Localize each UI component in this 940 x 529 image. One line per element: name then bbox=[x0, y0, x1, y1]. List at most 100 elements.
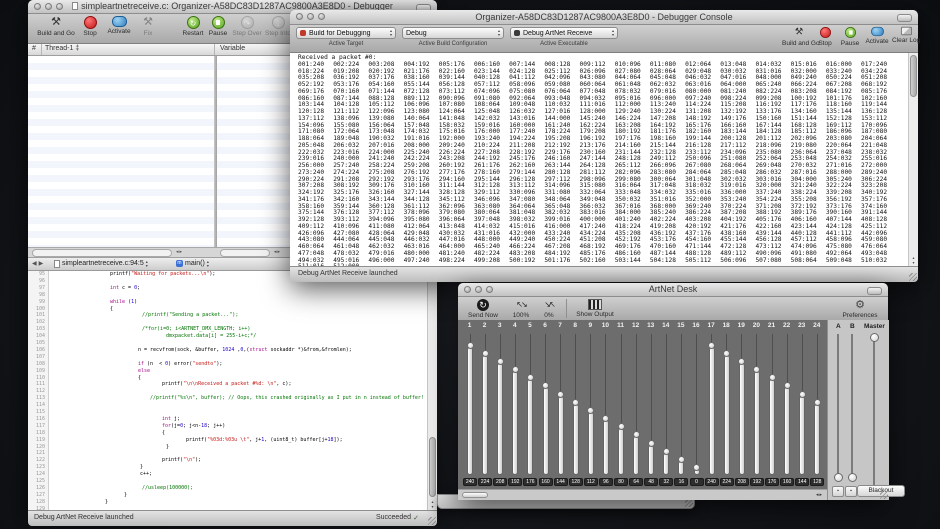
thread-column-header[interactable]: Thread-1 ‡ bbox=[45, 45, 79, 52]
channel-fader-knob[interactable] bbox=[467, 342, 474, 349]
send-now-button[interactable]: ↻ Send Now bbox=[464, 299, 502, 319]
submaster-b-button[interactable]: ▪ bbox=[845, 486, 857, 497]
console-log-area[interactable]: Received a packet #0: 001:240002:224003:… bbox=[290, 53, 918, 266]
channel-fader-knob[interactable] bbox=[663, 448, 670, 455]
channel-fader-knob[interactable] bbox=[693, 464, 700, 471]
active-target-popup[interactable]: Build for Debugging▴▾ bbox=[296, 27, 396, 39]
resize-grip[interactable] bbox=[685, 499, 693, 507]
channel-fader-knob[interactable] bbox=[497, 358, 504, 365]
code-token: c = bbox=[119, 285, 134, 291]
scroll-arrows[interactable]: ◂▸ bbox=[816, 492, 823, 498]
channel-number: 2 bbox=[478, 322, 492, 329]
dmx-channel-value: 510:032 bbox=[861, 258, 896, 265]
console-vscrollbar[interactable]: ▴▾ bbox=[908, 53, 918, 266]
code-token: ) bbox=[134, 299, 137, 305]
step-into-icon: ↓ bbox=[272, 16, 285, 29]
channel-fader-knob[interactable] bbox=[648, 440, 655, 447]
channel-number: 20 bbox=[749, 322, 763, 329]
toolbar-toggle-button[interactable] bbox=[867, 287, 882, 295]
channel-fader-knob[interactable] bbox=[708, 342, 715, 349]
variable-column-header[interactable]: Variable bbox=[220, 45, 245, 52]
stop-button[interactable]: Stop bbox=[814, 26, 836, 47]
channel-fader-knob[interactable] bbox=[753, 366, 760, 373]
channel-fader-knob[interactable] bbox=[542, 382, 549, 389]
scroll-arrows[interactable]: ◂▸ bbox=[176, 249, 183, 255]
console-vscroll-thumb[interactable] bbox=[910, 55, 917, 97]
variable-hscrollbar[interactable] bbox=[220, 249, 270, 257]
channel-fader-knob[interactable] bbox=[482, 350, 489, 357]
channel-fader-knob[interactable] bbox=[738, 358, 745, 365]
channel-fader-knob[interactable] bbox=[618, 423, 625, 430]
build-and-go-button[interactable]: ⚒Build and Go bbox=[782, 26, 816, 47]
channel-number: 15 bbox=[674, 322, 688, 329]
scroll-arrows[interactable]: ◂▸ bbox=[274, 249, 281, 255]
thread-hscrollbar[interactable] bbox=[32, 249, 172, 257]
restart-button[interactable]: ↻Restart bbox=[180, 16, 206, 37]
channel-fader-knob[interactable] bbox=[587, 407, 594, 414]
channel-fader-knob[interactable] bbox=[633, 431, 640, 438]
line-number: 119 bbox=[29, 437, 45, 443]
code-editor[interactable]: 9596979899100101102103104105106107108109… bbox=[28, 271, 437, 510]
channel-value-box: 16 bbox=[674, 478, 688, 486]
gear-icon: ⚙ bbox=[838, 299, 882, 311]
active-executable-popup[interactable]: Debug ArtNet Receive▴▾ bbox=[510, 27, 618, 39]
editor-vscroll-thumb[interactable] bbox=[429, 437, 436, 497]
line-number: 125 bbox=[29, 478, 45, 484]
pause-button[interactable]: Pause bbox=[206, 16, 230, 37]
console-titlebar[interactable]: Organizer-A58DC83D1287AC9800A3E8D0 - Deb… bbox=[290, 10, 918, 25]
show-output-button[interactable]: Show Output bbox=[574, 299, 616, 318]
artnet-titlebar[interactable]: ArtNet Desk bbox=[458, 283, 888, 297]
submaster-a-button[interactable]: ▪ bbox=[832, 486, 844, 497]
stop-button[interactable]: Stop bbox=[78, 16, 102, 37]
thread-num-column-header[interactable]: # bbox=[32, 45, 36, 52]
activate-button[interactable]: Activate bbox=[864, 26, 890, 45]
channel-fader-knob[interactable] bbox=[769, 374, 776, 381]
channel-fader-knob[interactable] bbox=[602, 415, 609, 422]
channel-value-box: 96 bbox=[599, 478, 613, 486]
resize-grip[interactable] bbox=[880, 491, 888, 499]
build-and-go-button[interactable]: ⚒Build and Go bbox=[36, 16, 76, 37]
code-line: printf("\n\nReceived a packet #%d: \n", … bbox=[50, 381, 427, 387]
fader-level-bar bbox=[544, 388, 548, 474]
file-breadcrumb[interactable]: simpleartnetreceive.c:94:5 ▴▾ bbox=[54, 260, 148, 268]
channel-fader-knob[interactable] bbox=[799, 391, 806, 398]
clear-log-button[interactable]: Clear Log bbox=[892, 26, 920, 44]
nav-back-forward[interactable]: ◀▶ bbox=[32, 260, 45, 267]
active-build-configuration-popup[interactable]: Debug▴▾ bbox=[402, 27, 504, 39]
channel-fader-knob[interactable] bbox=[572, 399, 579, 406]
code-line: } bbox=[50, 492, 427, 498]
channel-fader-knob[interactable] bbox=[723, 350, 730, 357]
full-level-button[interactable]: ↖↘ 100% bbox=[508, 299, 534, 319]
collapse-arrows-icon: ↘↖ bbox=[538, 299, 560, 311]
channel-fader-knob[interactable] bbox=[512, 366, 519, 373]
resize-grip[interactable] bbox=[428, 517, 436, 525]
fader-level-bar bbox=[725, 356, 729, 474]
line-number: 112 bbox=[29, 388, 45, 394]
resize-grip[interactable] bbox=[909, 273, 917, 281]
zero-level-button[interactable]: ↘↖ 0% bbox=[538, 299, 560, 319]
code-line: if (n < 0) error("sendto"); bbox=[50, 361, 427, 367]
channel-fader-knob[interactable] bbox=[814, 399, 821, 406]
board-hscrollbar[interactable]: ◂▸ bbox=[458, 489, 827, 500]
editor-vscrollbar[interactable]: ▴▾ bbox=[427, 271, 437, 510]
channel-fader-knob[interactable] bbox=[784, 382, 791, 389]
scroll-arrows[interactable]: ▴▾ bbox=[909, 255, 918, 265]
fader-track bbox=[696, 334, 697, 474]
scroll-arrows[interactable]: ▴▾ bbox=[428, 499, 437, 509]
board-hscroll-thumb[interactable] bbox=[462, 492, 488, 498]
symbol-breadcrumb[interactable]: m main() ▴▾ bbox=[176, 260, 209, 268]
artnet-window-title: ArtNet Desk bbox=[458, 284, 888, 294]
channel-fader-knob[interactable] bbox=[527, 374, 534, 381]
submaster-b-slider[interactable] bbox=[848, 473, 857, 482]
channel-fader-knob[interactable] bbox=[557, 391, 564, 398]
pause-button[interactable]: Pause bbox=[838, 26, 862, 47]
preferences-button[interactable]: ⚙ Preferences bbox=[838, 299, 882, 319]
activate-button[interactable]: Activate bbox=[104, 16, 134, 35]
master-slider[interactable] bbox=[870, 333, 879, 342]
code-line: dmxpacket.data[i] = 255-i+c;*/ bbox=[50, 333, 427, 339]
code-token: while bbox=[110, 299, 125, 305]
toolbar-toggle-button[interactable] bbox=[897, 14, 912, 22]
thread-list[interactable] bbox=[28, 56, 214, 247]
channel-fader-knob[interactable] bbox=[678, 456, 685, 463]
submaster-a-slider[interactable] bbox=[834, 473, 843, 482]
